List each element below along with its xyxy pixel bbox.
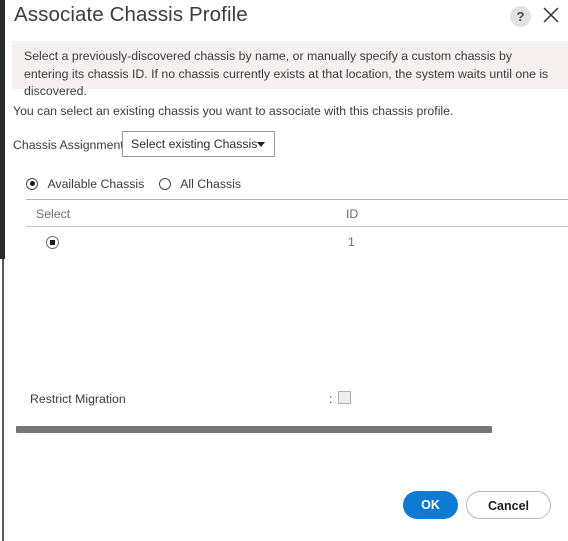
radio-all-chassis[interactable]: All Chassis (158, 175, 242, 193)
restrict-migration-label: Restrict Migration (30, 392, 126, 406)
radio-all-chassis-label: All Chassis (180, 176, 242, 191)
horizontal-scrollbar[interactable] (14, 425, 494, 434)
restrict-migration-checkbox[interactable] (338, 391, 351, 404)
dialog-titlebar: Associate Chassis Profile ? (0, 0, 568, 36)
radio-available-chassis-label: Available Chassis (47, 176, 145, 191)
chassis-assignment-value: Select existing Chassis (131, 137, 258, 151)
row-select-radio[interactable] (46, 236, 59, 249)
info-banner: Select a previously-discovered chassis b… (12, 41, 568, 98)
chassis-assignment-select[interactable]: Select existing Chassis (122, 131, 275, 157)
radio-available-chassis[interactable]: Available Chassis (26, 175, 144, 193)
radio-all-chassis-mark (158, 177, 171, 190)
associate-chassis-profile-dialog: Associate Chassis Profile ? Select a pre… (0, 0, 568, 541)
help-icon[interactable]: ? (510, 6, 531, 27)
page-title: Associate Chassis Profile (14, 3, 248, 26)
radio-available-chassis-mark (26, 177, 38, 190)
lead-text: You can select an existing chassis you w… (13, 104, 454, 118)
chassis-assignment-label: Chassis Assignment: (13, 138, 128, 152)
column-header-id: ID (346, 207, 359, 221)
cancel-button[interactable]: Cancel (466, 491, 551, 519)
window-edge-line (2, 259, 4, 541)
table-header-row: Select ID (26, 200, 568, 226)
info-banner-text: Select a previously-discovered chassis b… (24, 49, 549, 98)
chevron-down-icon (257, 142, 265, 147)
table-row[interactable]: 1 (26, 227, 568, 257)
close-icon[interactable] (540, 4, 562, 26)
chassis-scope-radio-group: Available Chassis All Chassis (26, 175, 241, 191)
horizontal-scrollbar-thumb[interactable] (16, 426, 492, 433)
ok-button[interactable]: OK (403, 491, 458, 519)
chassis-table: Select ID 1 (26, 199, 568, 257)
row-id-value: 1 (348, 235, 355, 249)
restrict-migration-separator: : (329, 392, 333, 406)
column-header-select: Select (36, 207, 71, 221)
window-edge-strip (0, 0, 5, 259)
